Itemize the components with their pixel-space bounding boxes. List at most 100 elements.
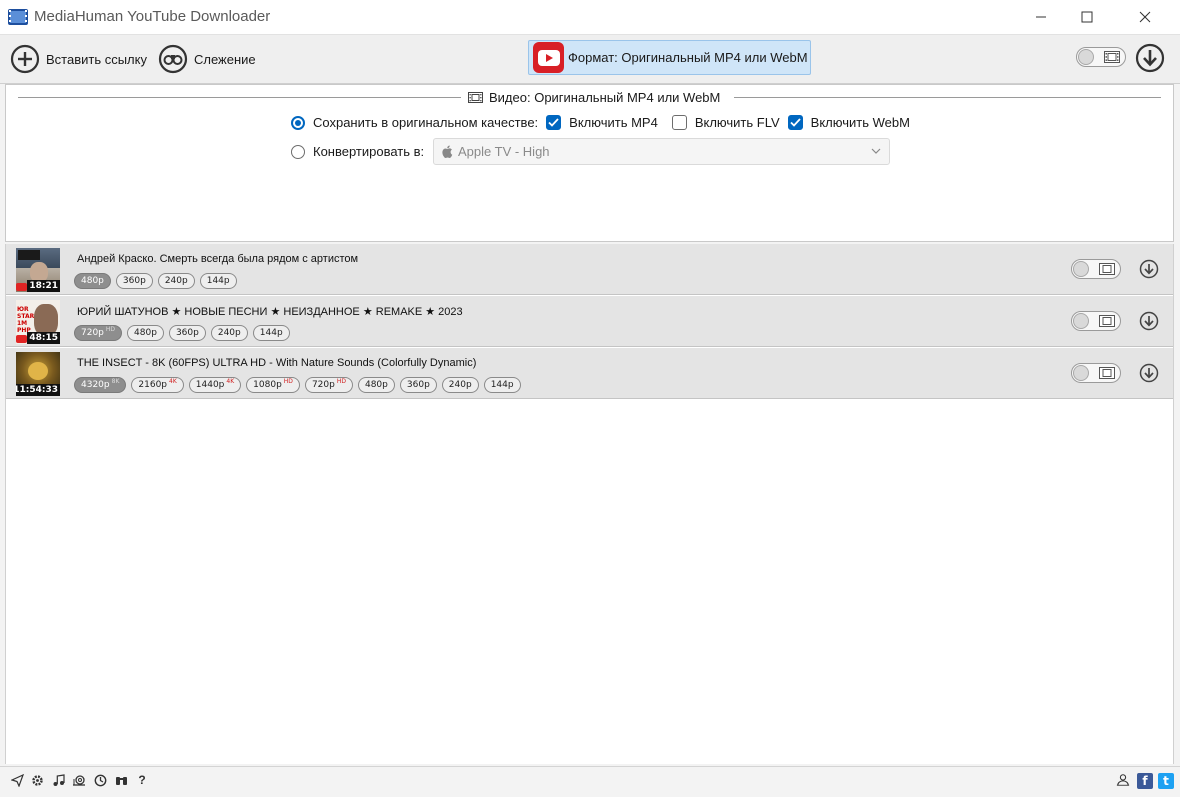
- quality-chip[interactable]: 480p: [74, 273, 111, 289]
- video-row[interactable]: 18:21 Андрей Краско. Смерть всегда была …: [6, 244, 1173, 295]
- quality-label: 2160p: [138, 380, 168, 390]
- download-icon[interactable]: [1139, 311, 1159, 331]
- quality-chip[interactable]: 144p: [199, 273, 237, 289]
- quality-tag: 4K: [169, 377, 177, 385]
- twitter-icon[interactable]: t: [1158, 773, 1174, 789]
- video-toggle[interactable]: [1071, 311, 1121, 331]
- close-button[interactable]: [1122, 0, 1168, 34]
- facebook-icon[interactable]: f: [1137, 773, 1153, 789]
- video-duration: 11:54:33: [16, 384, 60, 396]
- quality-label: 360p: [406, 380, 430, 390]
- paste-link-label: Вставить ссылку: [46, 51, 147, 67]
- app-window: MediaHuman YouTube Downloader Вставить с…: [0, 0, 1180, 797]
- youtube-icon: [16, 335, 27, 343]
- format-settings-panel: Видео: Оригинальный MP4 или WebM Сохрани…: [5, 84, 1174, 242]
- paste-link-button[interactable]: Вставить ссылку: [10, 43, 147, 75]
- quality-chip[interactable]: 720p HD: [304, 377, 353, 393]
- quality-chip[interactable]: 360p: [168, 325, 206, 341]
- window-title: MediaHuman YouTube Downloader: [34, 8, 271, 25]
- quality-chips: 720p HD 480p 360p 240p 144p: [74, 325, 290, 341]
- include-flv-checkbox[interactable]: [671, 115, 687, 130]
- global-video-toggle[interactable]: [1076, 47, 1126, 67]
- quality-label: 480p: [81, 276, 104, 286]
- quality-chip[interactable]: 360p: [399, 377, 437, 393]
- convert-label: Конвертировать в:: [313, 144, 425, 159]
- plus-circle-icon: [10, 44, 40, 74]
- quality-tag: 8K: [111, 377, 120, 385]
- quality-chip[interactable]: 240p: [157, 273, 195, 289]
- binoculars-icon: [158, 44, 188, 74]
- panel-title-text: Видео: Оригинальный MP4 или WebM: [489, 90, 721, 105]
- video-thumbnail: 11:54:33: [16, 352, 60, 396]
- quality-chip[interactable]: 240p: [210, 325, 248, 341]
- convert-radio[interactable]: [291, 144, 305, 159]
- film-icon: [468, 92, 483, 103]
- toggle-knob: [1073, 261, 1089, 277]
- quality-chip[interactable]: 144p: [483, 377, 521, 393]
- gear-icon[interactable]: [30, 773, 44, 787]
- convert-format-select[interactable]: Apple TV - High: [433, 138, 890, 165]
- video-title: THE INSECT - 8K (60FPS) ULTRA HD - With …: [77, 357, 477, 369]
- quality-label: 144p: [206, 276, 230, 286]
- toggle-knob: [1073, 313, 1089, 329]
- convert-row: Конвертировать в:: [291, 144, 424, 159]
- quality-chip[interactable]: 720p HD: [74, 325, 123, 341]
- snail-icon[interactable]: [72, 773, 86, 787]
- quality-label: 360p: [122, 276, 146, 286]
- video-thumbnail: 18:21: [16, 248, 60, 292]
- quality-chip[interactable]: 4320p 8K: [74, 377, 127, 393]
- minimize-button[interactable]: [1018, 0, 1064, 34]
- app-logo-icon: [8, 9, 28, 25]
- format-button[interactable]: Формат: Оригинальный MP4 или WebM: [528, 40, 811, 75]
- music-icon[interactable]: [51, 773, 65, 787]
- maximize-button[interactable]: [1064, 0, 1110, 34]
- quality-chip[interactable]: 144p: [252, 325, 290, 341]
- chevron-down-icon: [871, 148, 881, 154]
- quality-chips: 4320p 8K 2160p 4K 1440p 4K 1080p HD 720p HD 4…: [74, 377, 521, 393]
- quality-label: 720p: [81, 328, 104, 338]
- video-row[interactable]: 11:54:33 THE INSECT - 8K (60FPS) ULTRA H…: [6, 348, 1173, 399]
- quality-chip[interactable]: 240p: [441, 377, 479, 393]
- quality-label: 144p: [490, 380, 514, 390]
- divider: [734, 97, 1161, 98]
- quality-chip[interactable]: 480p: [127, 325, 164, 341]
- send-icon[interactable]: [10, 773, 24, 787]
- download-icon[interactable]: [1139, 363, 1159, 383]
- quality-chip[interactable]: 480p: [357, 377, 395, 393]
- quality-chip[interactable]: 1440p 4K: [188, 377, 242, 393]
- film-icon: [1099, 367, 1115, 379]
- youtube-icon: [533, 42, 564, 73]
- apple-icon: [442, 145, 453, 158]
- minimize-icon: [1036, 16, 1046, 18]
- quality-chip[interactable]: 1080p HD: [246, 377, 300, 393]
- film-icon: [1099, 315, 1115, 327]
- quality-chip[interactable]: 360p: [115, 273, 153, 289]
- clock-icon[interactable]: [93, 773, 107, 787]
- binoculars-icon[interactable]: [114, 773, 128, 787]
- tracking-button[interactable]: Слежение: [158, 43, 256, 75]
- include-webm-checkbox[interactable]: [787, 115, 803, 130]
- status-bar: ? f t: [0, 766, 1180, 797]
- save-original-label: Сохранить в оригинальном качестве:: [313, 115, 539, 130]
- format-label: Формат: Оригинальный MP4 или WebM: [568, 50, 808, 65]
- video-row[interactable]: ЮR STAR 1М РНР 48:15 ЮРИЙ ШАТУНОВ ★ НОВЫЕ П…: [6, 296, 1173, 347]
- save-original-radio[interactable]: [291, 115, 305, 130]
- quality-label: 360p: [175, 328, 199, 338]
- save-original-row: Сохранить в оригинальном качестве: Включ…: [291, 115, 910, 130]
- quality-label: 144p: [259, 328, 283, 338]
- video-title: ЮРИЙ ШАТУНОВ ★ НОВЫЕ ПЕСНИ ★ НЕИЗДАННОЕ …: [77, 306, 463, 318]
- video-toggle[interactable]: [1071, 259, 1121, 279]
- title-bar: MediaHuman YouTube Downloader: [0, 0, 1180, 35]
- video-duration: 18:21: [27, 280, 60, 292]
- quality-chip[interactable]: 2160p 4K: [131, 377, 184, 393]
- help-icon[interactable]: ?: [135, 773, 149, 787]
- video-toggle[interactable]: [1071, 363, 1121, 383]
- convert-format-value: Apple TV - High: [458, 144, 550, 159]
- checkmark-icon: [790, 118, 801, 127]
- quality-label: 240p: [164, 276, 188, 286]
- download-icon[interactable]: [1139, 259, 1159, 279]
- include-mp4-checkbox[interactable]: [546, 115, 562, 130]
- download-all-icon[interactable]: [1135, 43, 1165, 73]
- quality-label: 1080p: [253, 380, 282, 390]
- user-group-icon[interactable]: [1116, 773, 1130, 787]
